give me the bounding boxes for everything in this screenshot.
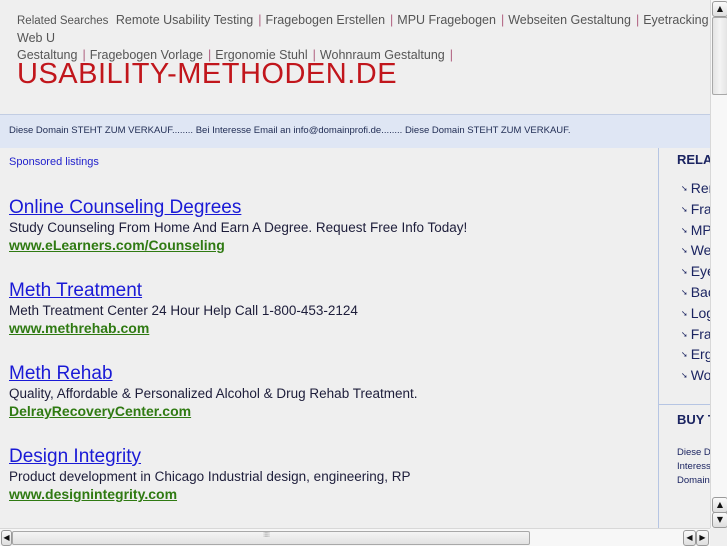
sidebar-item-label: Remote Usability Testing bbox=[690, 180, 710, 196]
arrow-bullet-icon: ➘ bbox=[681, 267, 688, 277]
scroll-left-button[interactable]: ◀ bbox=[1, 530, 12, 546]
sidebar-item[interactable]: ➘Logo bbox=[681, 303, 710, 324]
sidebar-item[interactable]: ➘Ergonomie Stuhl bbox=[681, 344, 710, 365]
sidebar-item-label: Fragebogen Erstellen bbox=[690, 200, 710, 217]
sponsored-listing: Meth Treatment Meth Treatment Center 24 … bbox=[9, 280, 358, 337]
scrollbar-corner bbox=[710, 528, 727, 545]
arrow-left-icon: ◀ bbox=[3, 533, 10, 542]
separator: | bbox=[449, 48, 454, 62]
arrow-bullet-icon: ➘ bbox=[681, 287, 688, 297]
vertical-scroll-thumb[interactable] bbox=[712, 17, 727, 95]
sidebar-related-list: ➘Remote Usability Testing ➘Fragebogen Er… bbox=[681, 178, 710, 386]
separator: | bbox=[390, 13, 394, 27]
sale-banner-text: Diese Domain STEHT ZUM VERKAUF........ B… bbox=[9, 125, 571, 136]
separator: | bbox=[500, 13, 505, 27]
sidebar-item-label: Fragebogen Vorlage bbox=[690, 325, 710, 342]
related-link[interactable]: Webseiten Gestaltung bbox=[508, 13, 631, 27]
listing-title-link[interactable]: Meth Treatment bbox=[9, 280, 358, 302]
sidebar-heading: RELATED SEARCHES bbox=[677, 152, 710, 167]
sidebar-item-label: Logo bbox=[690, 304, 710, 321]
listing-url-link[interactable]: www.methrehab.com bbox=[9, 319, 358, 337]
site-title: USABILITY-METHODEN.DE bbox=[17, 58, 398, 90]
listing-description: Quality, Affordable & Personalized Alcoh… bbox=[9, 386, 418, 401]
page-viewport: Related Searches Remote Usability Testin… bbox=[0, 0, 710, 528]
related-searches-label: Related Searches bbox=[17, 15, 109, 27]
arrow-bullet-icon: ➘ bbox=[681, 204, 688, 214]
buy-domain-heading: BUY THIS DOMAIN bbox=[677, 412, 710, 427]
arrow-left-icon: ◀ bbox=[686, 533, 693, 542]
sidebar-item-label: Webseiten Gestaltung bbox=[690, 242, 710, 259]
sidebar-item-label: Backup bbox=[690, 283, 710, 300]
buy-domain-text: Diese Domain Interesse Domain bbox=[677, 447, 710, 486]
arrow-bullet-icon: ➘ bbox=[681, 329, 688, 339]
sidebar-item[interactable]: ➘Eyetracking Web Usability bbox=[681, 261, 710, 282]
listing-url-link[interactable]: DelrayRecoveryCenter.com bbox=[9, 402, 417, 420]
arrow-bullet-icon: ➘ bbox=[681, 246, 688, 256]
related-link[interactable]: Remote Usability Testing bbox=[116, 13, 253, 27]
listing-title-link[interactable]: Online Counseling Degrees bbox=[9, 197, 467, 219]
domain-sale-banner: Diese Domain STEHT ZUM VERKAUF........ B… bbox=[0, 114, 710, 148]
sidebar-item-label: MPU Fragebogen bbox=[690, 221, 710, 238]
sidebar-item[interactable]: ➘Fragebogen Erstellen bbox=[681, 199, 710, 220]
arrow-down-icon: ▼ bbox=[716, 515, 724, 524]
sidebar-item[interactable]: ➘MPU Fragebogen bbox=[681, 220, 710, 241]
sidebar-divider bbox=[659, 404, 710, 405]
vertical-scrollbar[interactable]: ▲ ▲ ▼ bbox=[710, 0, 727, 528]
arrow-bullet-icon: ➘ bbox=[681, 184, 688, 193]
arrow-bullet-icon: ➘ bbox=[681, 225, 688, 235]
separator: | bbox=[258, 13, 262, 27]
arrow-bullet-icon: ➘ bbox=[681, 308, 688, 318]
sidebar-item[interactable]: ➘Backup bbox=[681, 282, 710, 303]
arrow-up-icon: ▲ bbox=[716, 4, 724, 13]
arrow-bullet-icon: ➘ bbox=[681, 350, 688, 360]
arrow-bullet-icon: ➘ bbox=[681, 371, 688, 381]
sidebar-item[interactable]: ➘Remote Usability Testing bbox=[681, 178, 710, 199]
horizontal-scroll-thumb[interactable]: ⁞⁞⁞⁞⁞ bbox=[12, 531, 530, 545]
scroll-up-button[interactable]: ▲ bbox=[712, 1, 727, 17]
related-searches-bar: Related Searches Remote Usability Testin… bbox=[17, 12, 710, 64]
listing-description: Study Counseling From Home And Earn A De… bbox=[9, 220, 468, 235]
sidebar-item-label: Eyetracking Web Usability bbox=[690, 263, 710, 280]
sidebar-item[interactable]: ➘Wohnraum Gestaltung bbox=[681, 365, 710, 386]
separator: | bbox=[635, 13, 640, 27]
grip-icon: ⁞⁞⁞⁞⁞ bbox=[263, 531, 270, 539]
scroll-down-button[interactable]: ▼ bbox=[712, 512, 727, 528]
sidebar-item-label: Wohnraum Gestaltung bbox=[690, 367, 710, 384]
sponsored-listing: Design Integrity Product development in … bbox=[9, 446, 411, 503]
scroll-right-button[interactable]: ▶ bbox=[696, 530, 709, 546]
listing-description: Meth Treatment Center 24 Hour Help Call … bbox=[9, 303, 358, 318]
sidebar-item-label: Ergonomie Stuhl bbox=[690, 346, 710, 363]
listing-title-link[interactable]: Design Integrity bbox=[9, 446, 411, 468]
scroll-left-button-right[interactable]: ◀ bbox=[683, 530, 696, 546]
arrow-up-icon: ▲ bbox=[716, 500, 724, 509]
horizontal-scrollbar[interactable]: ◀ ⁞⁞⁞⁞⁞ ◀ ▶ bbox=[0, 528, 710, 546]
listing-description: Product development in Chicago Industria… bbox=[9, 469, 411, 484]
related-link[interactable]: Fragebogen Erstellen bbox=[266, 13, 386, 27]
right-sidebar: RELATED SEARCHES ➘Remote Usability Testi… bbox=[658, 148, 710, 528]
listing-title-link[interactable]: Meth Rehab bbox=[9, 363, 417, 385]
sidebar-item[interactable]: ➘Fragebogen Vorlage bbox=[681, 324, 710, 345]
scroll-up-button-lower[interactable]: ▲ bbox=[712, 497, 727, 513]
listing-url-link[interactable]: www.designintegrity.com bbox=[9, 485, 411, 503]
sidebar-item[interactable]: ➘Webseiten Gestaltung bbox=[681, 240, 710, 261]
related-link[interactable]: MPU Fragebogen bbox=[397, 13, 496, 27]
arrow-right-icon: ▶ bbox=[699, 533, 706, 542]
sponsored-listings-label[interactable]: Sponsored listings bbox=[9, 156, 99, 168]
listing-url-link[interactable]: www.eLearners.com/Counseling bbox=[9, 236, 467, 254]
sponsored-listing: Meth Rehab Quality, Affordable & Persona… bbox=[9, 363, 417, 420]
sponsored-listing: Online Counseling Degrees Study Counseli… bbox=[9, 197, 467, 254]
